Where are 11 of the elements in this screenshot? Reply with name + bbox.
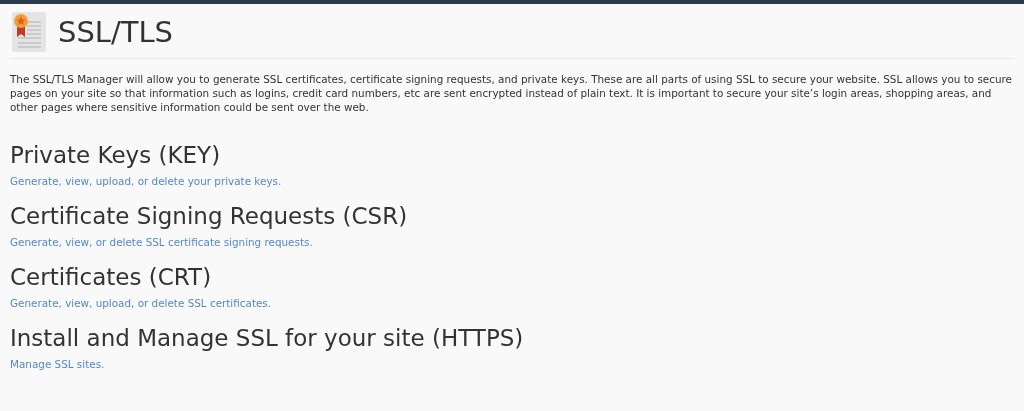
- description-text: The SSL/TLS Manager will allow you to generate SSL certificates, certificate signing requests, and private keys. These are all parts of using SSL to secure your website. SSL allows you to secure pages on your site so that information such as logins, credit card numbers, etc are sent encrypted instead of plain text. It is important to secure your site’s login areas, shopping areas, and other pages where sensitive information could be sent over the web.: [10, 72, 1013, 114]
- section-heading: Private Keys (KEY): [10, 141, 222, 170]
- section-link[interactable]: Generate, view, or delete SSL certificate signing requests.: [10, 236, 313, 248]
- section-link[interactable]: Generate, view, upload, or delete SSL certificates.: [10, 297, 272, 309]
- section-heading: Certificate Signing Requests (CSR): [10, 202, 409, 231]
- page-title: SSL/TLS: [58, 15, 174, 49]
- section-link[interactable]: Generate, view, upload, or delete your private keys.: [10, 175, 282, 187]
- section-link[interactable]: Manage SSL sites.: [10, 358, 105, 370]
- section-heading: Certificates (CRT): [10, 263, 213, 292]
- certificate-icon: [12, 12, 46, 52]
- section-heading: Install and Manage SSL for your site (HTTPS): [10, 324, 525, 353]
